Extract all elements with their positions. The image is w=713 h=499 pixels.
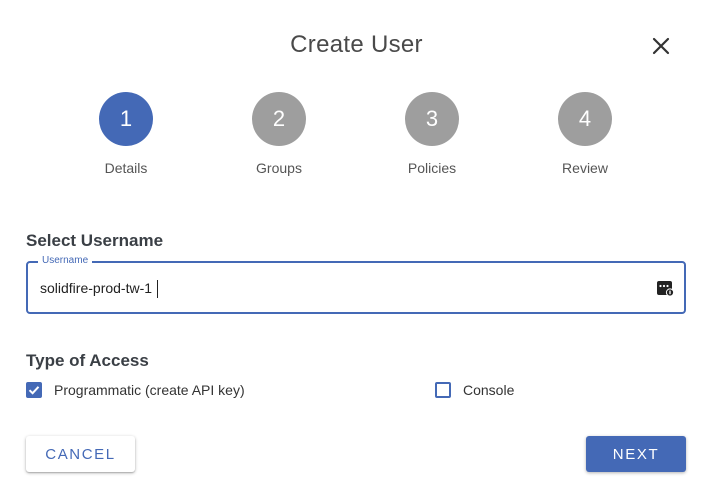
password-manager-icon[interactable]	[656, 279, 674, 297]
select-username-heading: Select Username	[26, 231, 164, 250]
cancel-button[interactable]: CANCEL	[26, 436, 135, 472]
step-number: 4	[558, 92, 612, 146]
step-label: Groups	[256, 160, 302, 176]
programmatic-access-option[interactable]: Programmatic (create API key)	[26, 382, 245, 398]
next-button[interactable]: NEXT	[586, 436, 686, 472]
programmatic-label: Programmatic (create API key)	[54, 382, 245, 398]
username-field-label: Username	[38, 255, 93, 266]
type-of-access-heading: Type of Access	[26, 351, 149, 370]
step-review[interactable]: 4 Review	[535, 92, 635, 176]
close-icon	[652, 37, 670, 55]
username-input[interactable]	[40, 277, 640, 299]
console-access-option[interactable]: Console	[435, 382, 514, 398]
step-policies[interactable]: 3 Policies	[382, 92, 482, 176]
programmatic-checkbox[interactable]	[26, 382, 42, 398]
step-number: 1	[99, 92, 153, 146]
username-field[interactable]: Username	[26, 255, 686, 314]
dialog-title: Create User	[290, 31, 423, 58]
close-button[interactable]	[648, 33, 674, 59]
step-number: 3	[405, 92, 459, 146]
step-details[interactable]: 1 Details	[76, 92, 176, 176]
step-label: Details	[104, 160, 148, 176]
step-label: Review	[562, 160, 608, 176]
step-number: 2	[252, 92, 306, 146]
step-label: Policies	[407, 160, 457, 176]
console-checkbox[interactable]	[435, 382, 451, 398]
step-groups[interactable]: 2 Groups	[229, 92, 329, 176]
checkmark-icon	[28, 386, 40, 395]
stepper: 1 Details 2 Groups 3 Policies 4 Review	[0, 92, 713, 182]
console-label: Console	[463, 382, 515, 398]
text-caret	[157, 280, 158, 298]
